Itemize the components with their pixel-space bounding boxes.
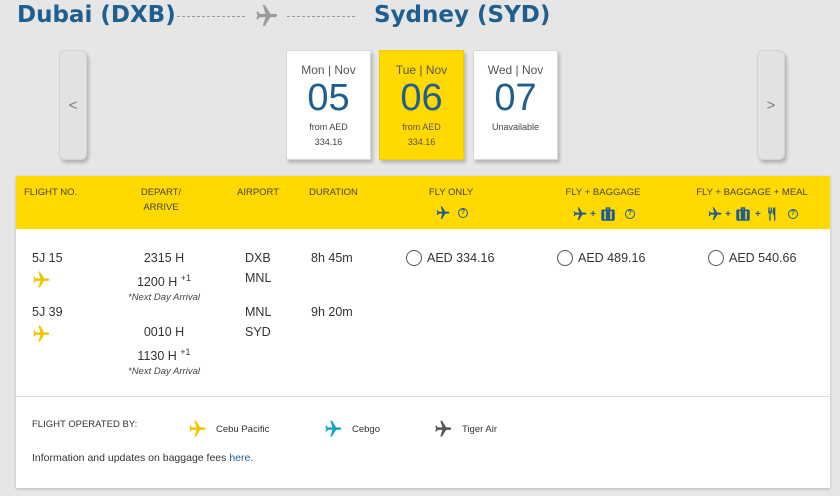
- fare-price: AED 489.16: [578, 251, 646, 265]
- plane-icon: [250, 3, 280, 29]
- fare-radio[interactable]: [406, 250, 422, 266]
- cebu-pacific-plane-icon: [30, 270, 50, 290]
- baggage-fees-link[interactable]: here: [229, 452, 250, 464]
- section-divider: [16, 396, 830, 397]
- operator-name: Tiger Air: [462, 423, 498, 435]
- date-weekday: Mon | Nov: [301, 63, 356, 77]
- plus-icon: +: [755, 208, 761, 220]
- airport-to: SYD: [245, 325, 271, 339]
- header-fly-baggage: FLY + BAGGAGE + ?: [546, 185, 660, 223]
- baggage-info-text: Information and updates on baggage fees: [32, 452, 230, 464]
- date-price-label: from AED: [309, 122, 348, 132]
- flight-duration: 9h 20m: [311, 305, 353, 319]
- depart-time: 2315 H: [143, 251, 185, 265]
- fare-option-fly-baggage-meal[interactable]: AED 540.66: [708, 250, 796, 266]
- next-day-marker: +1: [180, 347, 191, 357]
- date-price-value: 334.16: [314, 137, 343, 147]
- next-dates-button[interactable]: >: [757, 50, 785, 160]
- date-availability: Unavailable: [491, 122, 540, 132]
- chevron-left-icon: <: [68, 96, 78, 114]
- header-fly-baggage-meal-label: FLY + BAGGAGE + MEAL: [696, 187, 808, 198]
- header-fly-only: FLY ONLY ?: [394, 185, 508, 221]
- chevron-right-icon: >: [766, 96, 776, 114]
- cebgo-plane-icon: [322, 419, 342, 439]
- arrive-time: 1200 H +1: [114, 268, 214, 292]
- baggage-icon: [599, 205, 617, 223]
- airport-from: DXB: [245, 251, 271, 265]
- meal-icon: [764, 206, 780, 222]
- flight-results-panel: FLIGHT NO. DEPART/ ARRIVE AIRPORT DURATI…: [16, 176, 830, 488]
- route-divider-right: [287, 16, 355, 17]
- plane-icon: [706, 206, 722, 222]
- tiger-air-plane-icon: [432, 419, 452, 439]
- header-fly-only-label: FLY ONLY: [428, 187, 474, 198]
- airport-to: MNL: [245, 271, 272, 285]
- help-icon[interactable]: ?: [787, 209, 798, 219]
- header-fly-baggage-label: FLY + BAGGAGE: [565, 187, 641, 198]
- fare-radio[interactable]: [557, 250, 573, 266]
- table-header: FLIGHT NO. DEPART/ ARRIVE AIRPORT DURATI…: [16, 176, 830, 229]
- arrive-time-value: 1130 H: [137, 349, 177, 364]
- date-day: 05: [307, 77, 350, 119]
- date-day: 06: [400, 77, 443, 119]
- next-day-marker: +1: [180, 273, 192, 283]
- operator-name: Cebgo: [352, 423, 380, 435]
- date-price-value: 334.16: [407, 137, 436, 147]
- legend-label: FLIGHT OPERATED BY:: [32, 419, 137, 430]
- arrive-time: 1130 H +1: [114, 342, 214, 366]
- flight-duration: 8h 45m: [311, 251, 353, 265]
- fare-price: AED 540.66: [729, 251, 797, 265]
- route-divider-left: [177, 16, 245, 17]
- date-card-wed-07[interactable]: Wed | Nov 07 Unavailable: [473, 50, 558, 160]
- plus-icon: +: [590, 208, 596, 220]
- fare-price: AED 334.16: [427, 251, 495, 265]
- baggage-icon: [734, 205, 752, 223]
- date-day: 07: [494, 77, 537, 119]
- destination-city: Sydney (SYD): [374, 2, 551, 28]
- legend-label-text: FLIGHT OPERATED BY:: [32, 419, 138, 430]
- table-row: 5J 39 0010 H 1130 H +1 *Next Day Arrival…: [16, 302, 830, 377]
- header-fly-baggage-meal: FLY + BAGGAGE + MEAL + + ?: [690, 185, 814, 223]
- plus-icon: +: [725, 208, 731, 220]
- legend-cebu-pacific: Cebu Pacific: [186, 419, 269, 439]
- arrive-time-value: 1200 H: [136, 275, 178, 290]
- date-card-mon-05[interactable]: Mon | Nov 05 from AED 334.16: [286, 50, 371, 160]
- plane-icon: [434, 205, 450, 221]
- header-airport: AIRPORT: [237, 187, 280, 198]
- route-header: Dubai (DXB) Sydney (SYD): [17, 2, 550, 32]
- help-icon[interactable]: ?: [624, 209, 635, 219]
- date-price-label: from AED: [402, 122, 441, 132]
- baggage-info: Information and updates on baggage fees …: [32, 452, 253, 464]
- header-arrive: ARRIVE: [143, 202, 179, 213]
- date-card-tue-06[interactable]: Tue | Nov 06 from AED 334.16: [379, 50, 464, 160]
- origin-city: Dubai (DXB): [17, 2, 176, 28]
- plane-icon: [571, 206, 587, 222]
- date-weekday: Wed | Nov: [487, 63, 544, 77]
- header-depart-arrive: DEPART/ ARRIVE: [128, 185, 194, 215]
- operator-name: Cebu Pacific: [216, 423, 270, 435]
- flight-number: 5J 39: [32, 305, 63, 319]
- help-icon[interactable]: ?: [458, 208, 468, 218]
- fare-option-fly-baggage[interactable]: AED 489.16: [557, 250, 645, 266]
- baggage-info-suffix: .: [250, 452, 254, 464]
- legend-tiger-air: Tiger Air: [432, 419, 497, 439]
- depart-time: 0010 H: [143, 325, 185, 339]
- header-depart: DEPART/: [140, 187, 182, 198]
- prev-dates-button[interactable]: <: [59, 50, 87, 160]
- header-flight-no: FLIGHT NO.: [24, 187, 78, 198]
- header-duration: DURATION: [309, 187, 358, 198]
- cebu-pacific-plane-icon: [186, 419, 206, 439]
- fare-option-fly-only[interactable]: AED 334.16: [406, 250, 494, 266]
- legend-cebgo: Cebgo: [322, 419, 380, 439]
- cebu-pacific-plane-icon: [30, 324, 50, 344]
- flight-number: 5J 15: [32, 251, 63, 265]
- operator-legend: FLIGHT OPERATED BY: Cebu Pacific Cebgo T…: [32, 419, 732, 439]
- date-weekday: Tue | Nov: [395, 63, 448, 77]
- fare-radio[interactable]: [708, 250, 724, 266]
- airport-from: MNL: [245, 305, 272, 319]
- next-day-note: *Next Day Arrival: [128, 366, 200, 377]
